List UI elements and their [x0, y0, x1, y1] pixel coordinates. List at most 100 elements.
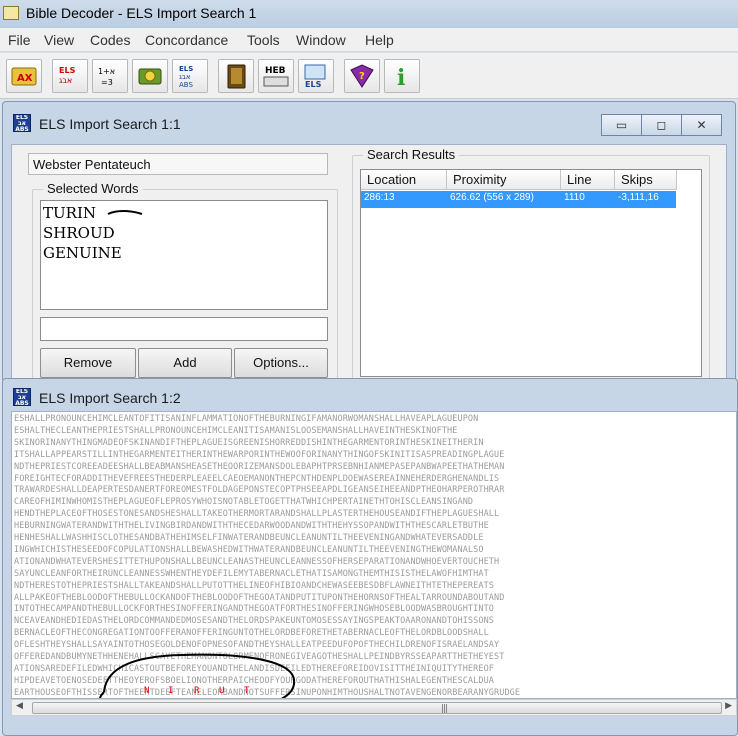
menu-tools[interactable]: Tools	[247, 32, 280, 48]
book-search-icon: AX	[11, 67, 37, 86]
word-input[interactable]	[40, 317, 328, 341]
column-skips[interactable]: Skips	[615, 170, 677, 190]
cell-skips: -3,111,16	[618, 192, 659, 203]
app-title-bar: Bible Decoder - ELS Import Search 1	[0, 0, 738, 28]
restore-button[interactable]: ◻	[641, 114, 682, 136]
restore-icon: ◻	[656, 118, 667, 132]
horizontal-scrollbar[interactable]: ◀ ||| ▶	[11, 699, 737, 716]
text-line: HENDTHEPLACEOFTHOSESTONESANDSHESHALLTAKE…	[14, 509, 500, 520]
gematria-icon: 1+א =3	[98, 67, 115, 87]
text-line: INGWHICHISTHESEEDOFCOPULATIONSHALLBEWASH…	[14, 544, 484, 555]
toolbar: AX ELS אבג 1+א =3 ELS אבג ABS HEB ELS ? …	[0, 53, 738, 99]
selected-words-list[interactable]: TURIN SHROUD GENUINE	[40, 200, 328, 310]
svg-text:ELS: ELS	[305, 80, 322, 89]
menu-view[interactable]: View	[44, 32, 74, 48]
menubar: File View Codes Concordance Tools Window…	[0, 28, 738, 52]
menu-concordance[interactable]: Concordance	[145, 32, 228, 48]
text-line: HEBURNINGWATERANDWITHTHELIVINGBIRDANDWIT…	[14, 521, 489, 532]
close-button[interactable]: ✕	[681, 114, 722, 136]
text-line: ATIONANDWHATEVERSHESITTETHUPONSHALLBEUNC…	[14, 556, 500, 567]
els-button[interactable]: ELS אבג	[52, 59, 88, 93]
window-2-title: ELS Import Search 1:2	[39, 390, 181, 406]
text-line: ALLPAKEOFTHEBLOODOFTHEBULLOCKANDOFTHEBLO…	[14, 592, 505, 603]
selected-words-label: Selected Words	[43, 181, 143, 196]
cell-location: 286:13	[364, 192, 395, 203]
text-line: SAYUNCLEANFORTHEIRUNCLEANNESSWHENTHEYDEF…	[14, 568, 489, 579]
column-location[interactable]: Location	[361, 170, 447, 190]
text-line: FOREIGHTECFORADDITHEVEFREESTHEDERPLEAEEL…	[14, 473, 500, 484]
bible-decoder-app-icon	[3, 6, 19, 20]
bible-button[interactable]	[218, 59, 254, 93]
menu-window[interactable]: Window	[296, 32, 346, 48]
svg-text:אבג: אבג	[59, 76, 72, 85]
text-line: NDTHERESTOTHEPRIESTSHALLTAKEANDSHALLPUTO…	[14, 580, 495, 591]
menu-codes[interactable]: Codes	[90, 32, 130, 48]
hand-drawn-underline	[107, 210, 143, 215]
remove-button[interactable]: Remove	[40, 348, 136, 378]
text-line: INTOTHECAMPANDTHEBULLOCKFORTHESINOFFERIN…	[14, 604, 495, 615]
close-icon: ✕	[696, 118, 707, 132]
info-button[interactable]: i	[384, 59, 420, 93]
els-window-icon: ELS אב ABS	[13, 388, 31, 406]
window-1-title: ELS Import Search 1:1	[39, 116, 181, 132]
els-export-button[interactable]: ELS	[298, 59, 334, 93]
text-line: ITSHALLAPPEARSTILLINTHEGARMENTEITHERINTH…	[14, 449, 505, 460]
svg-text:?: ?	[359, 71, 365, 82]
info-icon: i	[397, 65, 405, 90]
search-results-label: Search Results	[363, 147, 460, 162]
column-proximity[interactable]: Proximity	[447, 170, 561, 190]
text-line: HENHESHALLWASHHISCLOTHESANDBATHEHIMSELFI…	[14, 533, 484, 543]
svg-text:אבג: אבג	[179, 73, 191, 81]
scrollbar-thumb[interactable]: |||	[32, 702, 722, 714]
svg-text:=3: =3	[101, 78, 113, 87]
scroll-right-arrow[interactable]: ▶	[725, 701, 732, 711]
add-button[interactable]: Add	[138, 348, 232, 378]
window-1-client: Webster Pentateuch Selected Words TURIN …	[11, 144, 727, 381]
svg-text:ELS: ELS	[179, 65, 193, 73]
svg-text:i: i	[397, 65, 405, 90]
els-export-icon: ELS	[304, 64, 326, 89]
els-table-button[interactable]: ELS אבג ABS	[172, 59, 208, 93]
concordance-icon	[138, 68, 162, 85]
svg-text:1+א: 1+א	[98, 67, 115, 76]
svg-text:AX: AX	[17, 73, 33, 84]
database-field[interactable]: Webster Pentateuch	[28, 153, 328, 175]
menu-help[interactable]: Help	[365, 32, 394, 48]
text-line: ESHALTHECLEANTHEPRIESTSHALLPRONOUNCEHIMC…	[14, 425, 458, 436]
svg-text:ELS: ELS	[59, 66, 76, 75]
book-search-button[interactable]: AX	[6, 59, 42, 93]
gematria-button[interactable]: 1+א =3	[92, 59, 128, 93]
word-item[interactable]: SHROUD	[43, 223, 325, 243]
scrollbar-grip: |||	[441, 704, 448, 714]
minimize-button[interactable]: ▭	[601, 114, 642, 136]
app-title: Bible Decoder - ELS Import Search 1	[26, 5, 257, 21]
bible-icon	[227, 64, 246, 89]
els-import-search-window-1: ELS אב ABS ELS Import Search 1:1 ▭ ◻ ✕ Web…	[2, 101, 736, 383]
els-letter-grid[interactable]: EARTHOUSEOFTHISSERTOFTHEERTDEEFTEANELEOR…	[11, 411, 737, 699]
word-item[interactable]: TURIN	[43, 203, 325, 223]
word-item[interactable]: GENUINE	[43, 243, 325, 263]
text-line: OFLESHTHEYSHALLSAYAINTOTHOSEGOLDENOFOPNE…	[14, 640, 500, 651]
scroll-left-arrow[interactable]: ◀	[16, 701, 23, 711]
concordance-button[interactable]	[132, 59, 168, 93]
hebrew-keyboard-icon: HEB	[263, 66, 289, 87]
column-line[interactable]: Line	[561, 170, 615, 190]
options-button[interactable]: Options...	[234, 348, 328, 378]
els-icon: ELS אבג	[59, 66, 76, 85]
text-line: BERNACLEOFTHECONGREGATIONTOOFFERANOFFERI…	[14, 628, 489, 639]
search-results-table[interactable]: Location Proximity Line Skips 286:13 626…	[360, 169, 702, 377]
svg-text:ABS: ABS	[179, 81, 193, 89]
els-import-search-window-2: ELS אב ABS ELS Import Search 1:2 EARTHOUSE…	[2, 378, 738, 736]
els-table-icon: ELS אבג ABS	[179, 65, 193, 89]
hand-drawn-circle	[99, 653, 296, 698]
text-line: TRAWARDESHALLDEAPERTESDANERTFOREOMESTFOL…	[14, 485, 505, 496]
hebrew-keyboard-button[interactable]: HEB	[258, 59, 294, 93]
text-line: ESHALLPRONOUNCEHIMCLEANTOFITISANINFLAMMA…	[14, 414, 479, 424]
text-line: CAREOFHIMINWHOMISTHEPLAGUEOFLEPROSYWHOIS…	[14, 497, 474, 508]
table-row[interactable]: 286:13 626.62 (556 x 289) 1110 -3,111,16	[361, 191, 676, 208]
svg-text:HEB: HEB	[265, 66, 286, 76]
cell-proximity: 626.62 (556 x 289)	[450, 192, 534, 203]
help-book-button[interactable]: ?	[344, 59, 380, 93]
cell-line: 1110	[564, 192, 585, 203]
menu-file[interactable]: File	[8, 32, 31, 48]
